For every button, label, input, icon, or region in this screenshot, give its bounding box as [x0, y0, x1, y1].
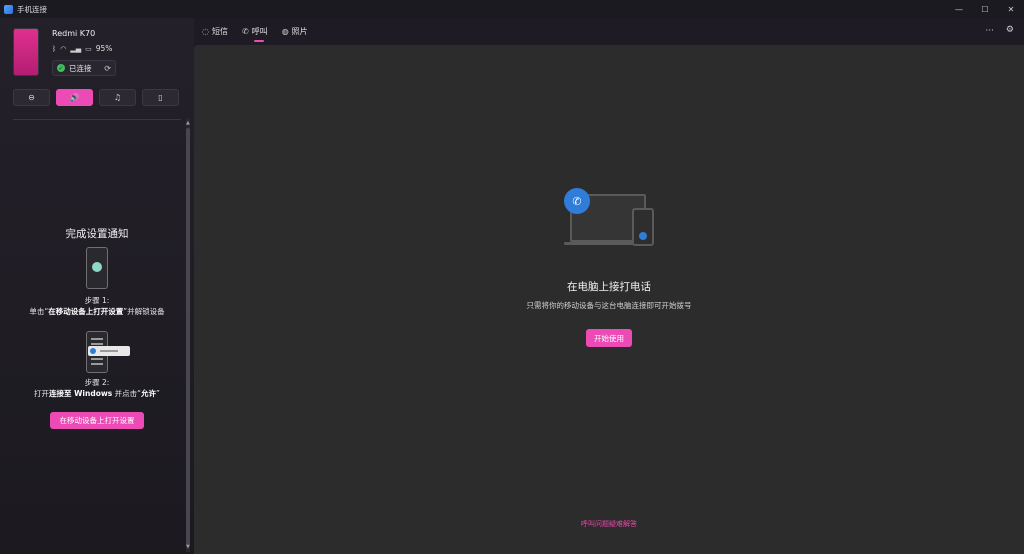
tab-calls[interactable]: ✆ 呼叫: [241, 26, 268, 42]
close-button[interactable]: ✕: [998, 0, 1024, 18]
troubleshoot-calls-link[interactable]: 呼叫问题疑难解答: [194, 519, 1024, 529]
do-not-disturb-icon: ⊖: [28, 93, 35, 102]
settings-line: [91, 343, 103, 345]
get-started-button[interactable]: 开始使用: [586, 329, 632, 347]
connected-label: 已连接: [69, 63, 92, 73]
refresh-icon[interactable]: ⟳: [104, 64, 111, 73]
step2-post: ”: [156, 389, 160, 398]
media-button[interactable]: ▯: [142, 89, 179, 106]
speaker-icon: 🔊: [69, 93, 80, 102]
phone-illustration: [86, 247, 108, 289]
phone-screen-icon: ▯: [158, 93, 163, 102]
message-icon: ◌: [202, 27, 209, 36]
tab-photos[interactable]: ◍ 照片: [282, 26, 308, 37]
settings-gear-icon[interactable]: ⚙: [1006, 25, 1014, 35]
tab-messages[interactable]: ◌ 短信: [202, 26, 228, 37]
tab-bar: ◌ 短信 ✆ 呼叫 ◍ 照片: [202, 26, 308, 42]
step1-label: 步骤 1:: [84, 296, 110, 305]
link-badge-icon: [639, 232, 647, 240]
setup-notifications-title: 完成设置通知: [65, 228, 129, 240]
device-thumbnail: [13, 28, 39, 76]
step2-pre: 打开: [34, 389, 50, 398]
phone-icon: ✆: [241, 27, 249, 36]
quick-actions: ⊖ 🔊 ♫ ▯: [13, 89, 179, 106]
connection-status-button[interactable]: ✓ 已连接 ⟳: [52, 60, 116, 76]
sidebar: Redmi K70 ᛒ ◠ ▂▄ ▭ 95% ✓ 已连接 ⟳ ⊖ 🔊 ♫ ▯ ▲…: [0, 18, 194, 554]
minimize-button[interactable]: —: [946, 0, 972, 18]
do-not-disturb-button[interactable]: ⊖: [13, 89, 50, 106]
battery-level: 95%: [95, 44, 113, 53]
step1-bold: 在移动设备上打开设置: [48, 307, 124, 316]
sidebar-divider: [13, 119, 181, 120]
step2-mid: 并点击“: [112, 389, 142, 398]
device-status-row: ᛒ ◠ ▂▄ ▭ 95%: [52, 44, 112, 53]
more-options-icon[interactable]: ···: [985, 26, 994, 36]
top-navigation: ◌ 短信 ✆ 呼叫 ◍ 照片 ··· ⚙: [194, 18, 1024, 45]
scroll-up-icon[interactable]: ▲: [186, 120, 190, 126]
app-title: 手机连接: [17, 4, 47, 14]
calls-title: 在电脑上接打电话: [567, 281, 651, 293]
title-bar: 手机连接 — ☐ ✕: [0, 0, 1024, 18]
settings-line: [91, 358, 103, 360]
scroll-down-icon[interactable]: ▼: [186, 544, 190, 550]
step1-text: 单击“在移动设备上打开设置”并解锁设备: [0, 306, 194, 317]
step1-pre: 单击“: [29, 307, 49, 316]
check-icon: ✓: [57, 64, 65, 72]
calls-illustration: ✆: [564, 184, 664, 254]
bluetooth-icon: ᛒ: [52, 44, 57, 53]
scroll-thumb[interactable]: [186, 128, 190, 546]
toggle-icon: [90, 348, 96, 354]
music-button[interactable]: ♫: [99, 89, 136, 106]
signal-icon: ▂▄: [70, 44, 82, 53]
app-badge-icon: [92, 262, 102, 272]
settings-line: [91, 363, 103, 365]
battery-icon: ▭: [85, 44, 92, 53]
step2-bold2: 允许: [141, 389, 157, 398]
step2-label: 步骤 2:: [84, 378, 110, 387]
window-controls: — ☐ ✕: [946, 0, 1024, 18]
tab-label: 照片: [291, 27, 308, 36]
settings-line: [91, 338, 103, 340]
step2-bold1: 连接至 Windows: [49, 389, 113, 398]
step1-post: ”并解锁设备: [123, 307, 165, 316]
call-bubble-icon: ✆: [564, 188, 590, 214]
step2-text: 打开连接至 Windows 并点击“允许”: [0, 388, 194, 399]
allow-toggle-illustration: [88, 346, 130, 356]
photo-icon: ◍: [281, 27, 289, 36]
open-settings-on-mobile-button[interactable]: 在移动设备上打开设置: [50, 412, 144, 429]
maximize-button[interactable]: ☐: [972, 0, 998, 18]
phone-illustration: [632, 208, 654, 246]
toggle-bar: [100, 350, 118, 352]
calls-description: 只需将你的移动设备与这台电脑连接即可开始拨号: [526, 301, 692, 310]
device-name: Redmi K70: [52, 29, 96, 38]
app-logo-icon: [4, 4, 13, 14]
wifi-icon: ◠: [60, 44, 67, 53]
tab-label: 呼叫: [251, 27, 268, 36]
audio-button[interactable]: 🔊: [56, 89, 93, 106]
music-note-icon: ♫: [113, 93, 122, 102]
tab-label: 短信: [211, 27, 228, 36]
sidebar-scrollbar[interactable]: [186, 118, 190, 552]
calls-main-panel: ✆ 在电脑上接打电话 只需将你的移动设备与这台电脑连接即可开始拨号 开始使用 呼…: [194, 45, 1024, 554]
